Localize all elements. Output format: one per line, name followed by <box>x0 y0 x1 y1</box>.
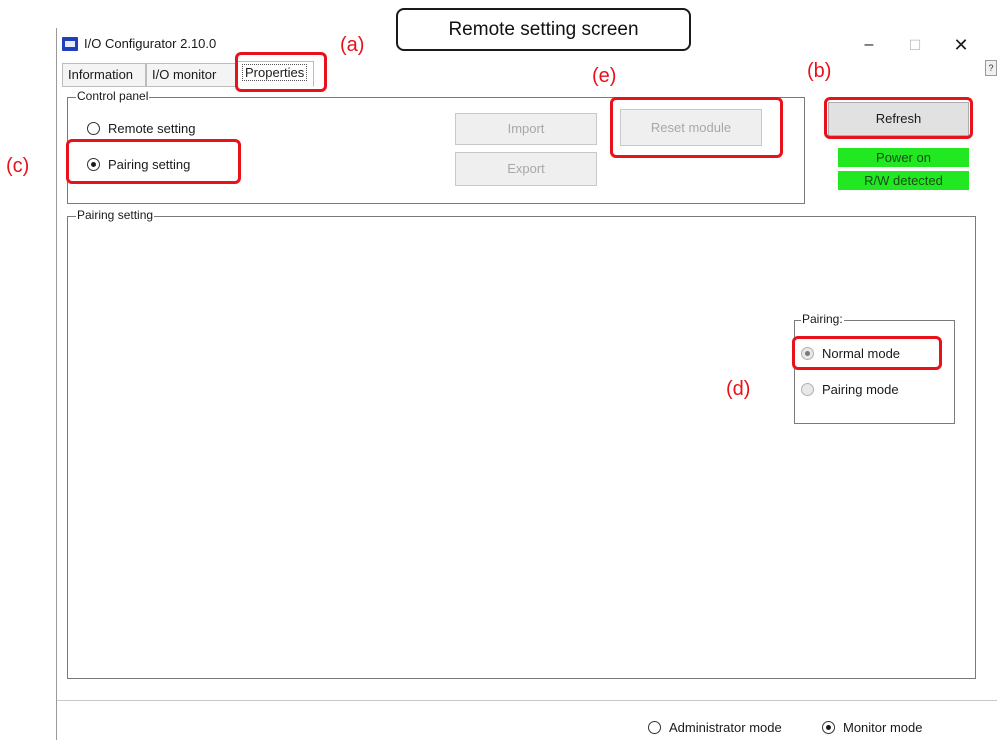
export-button[interactable]: Export <box>455 152 597 186</box>
remote-setting-label: Remote setting <box>108 121 196 136</box>
monitor-mode-label: Monitor mode <box>843 720 923 735</box>
administrator-mode-radio[interactable]: Administrator mode <box>648 720 782 735</box>
app-logo-icon <box>62 37 78 51</box>
annotation-b: (b) <box>807 60 832 82</box>
highlight-e <box>610 97 783 158</box>
help-button[interactable]: ? <box>985 60 997 76</box>
pairing-group-title: Pairing: <box>801 312 844 326</box>
pairing-mode-label: Pairing mode <box>822 382 899 397</box>
highlight-b <box>824 97 973 139</box>
radio-checked-icon <box>822 721 835 734</box>
pairing-setting-panel: Pairing setting <box>67 208 976 679</box>
import-button[interactable]: Import <box>455 113 597 145</box>
highlight-d <box>792 336 942 370</box>
power-status-indicator: Power on <box>838 148 969 167</box>
remote-setting-radio[interactable]: Remote setting <box>87 121 195 136</box>
minimize-button[interactable]: – <box>846 32 892 58</box>
administrator-mode-label: Administrator mode <box>669 720 782 735</box>
annotation-c: (c) <box>6 155 30 177</box>
pairing-mode-radio[interactable]: Pairing mode <box>801 382 899 397</box>
close-button[interactable]: ✕ <box>938 32 984 58</box>
maximize-button[interactable]: ☐ <box>892 32 938 58</box>
highlight-c <box>66 139 241 184</box>
annotation-d: (d) <box>726 378 751 400</box>
annotation-e: (e) <box>592 65 617 87</box>
radio-unchecked-icon <box>87 122 100 135</box>
radio-unchecked-icon <box>801 383 814 396</box>
pairing-setting-title: Pairing setting <box>76 208 155 222</box>
annotation-a: (a) <box>340 34 365 56</box>
tab-information[interactable]: Information <box>62 63 146 87</box>
tab-io-monitor[interactable]: I/O monitor <box>146 63 236 87</box>
remote-setting-callout: Remote setting screen <box>396 8 691 51</box>
radio-unchecked-icon <box>648 721 661 734</box>
status-bar-divider <box>57 700 997 701</box>
rw-status-indicator: R/W detected <box>838 171 969 190</box>
monitor-mode-radio[interactable]: Monitor mode <box>822 720 922 735</box>
highlight-a <box>235 52 327 92</box>
window-title: I/O Configurator 2.10.0 <box>84 36 217 51</box>
control-panel-title: Control panel <box>76 89 150 103</box>
